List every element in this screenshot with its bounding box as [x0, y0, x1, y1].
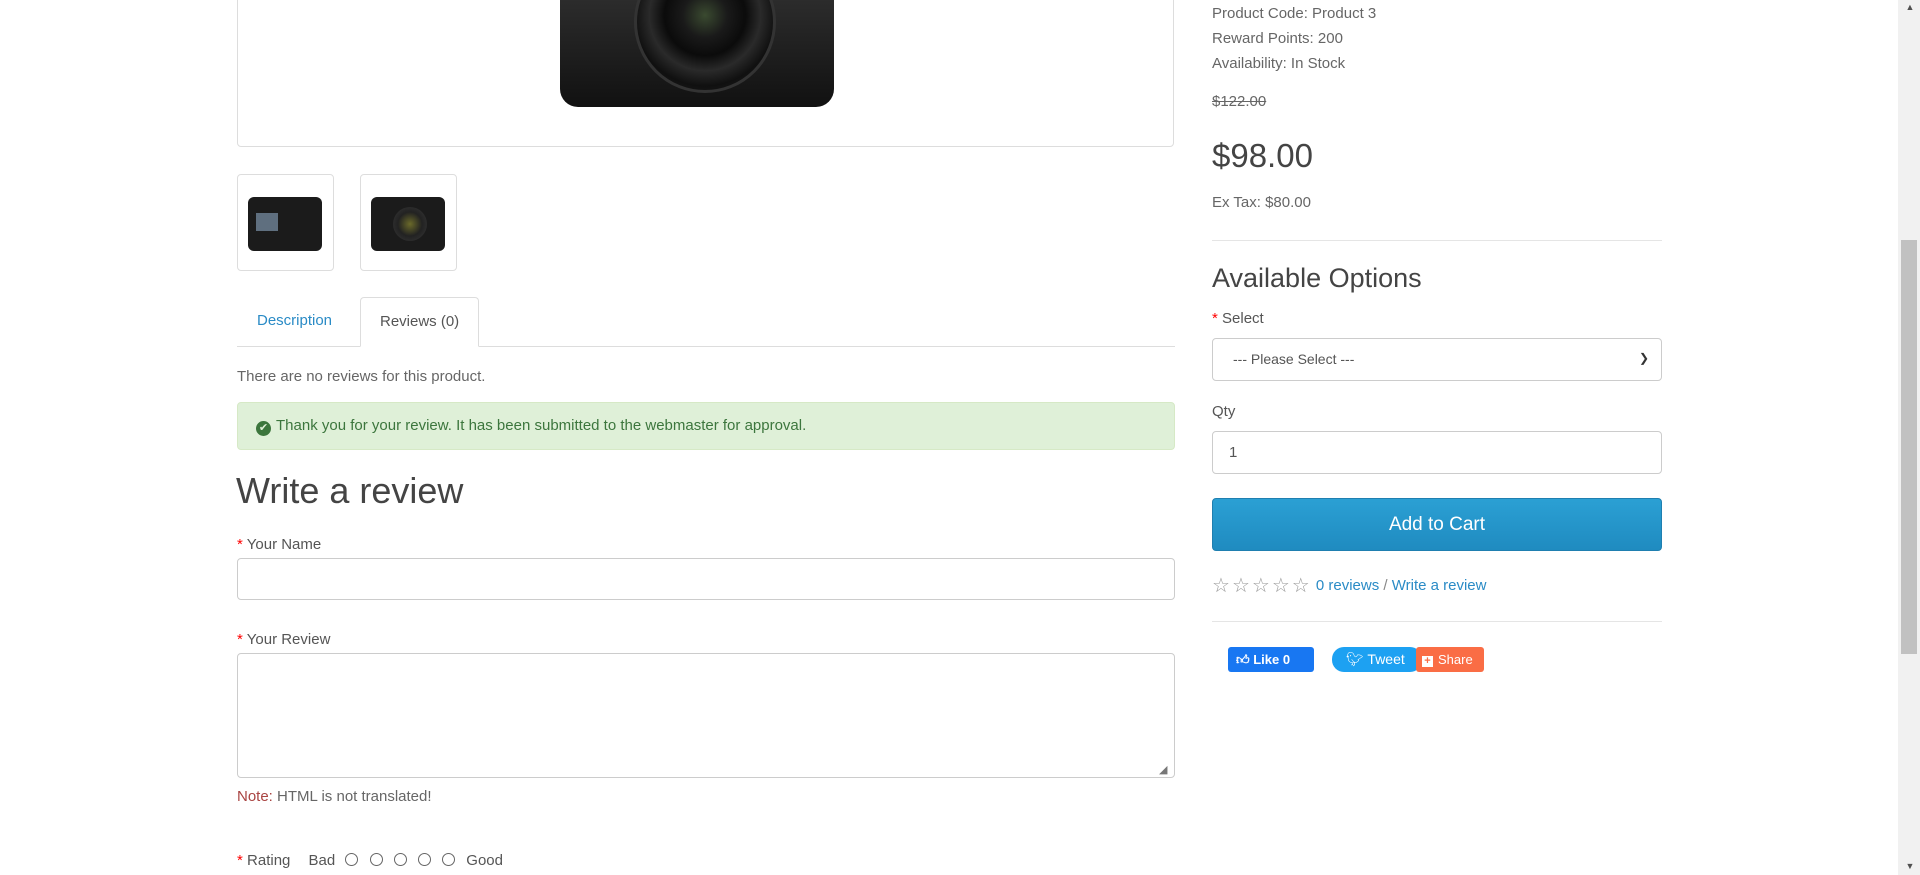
reward-points: Reward Points: 200 — [1212, 30, 1343, 47]
star-empty-icon: ☆ — [1291, 575, 1310, 597]
separator: / — [1383, 577, 1388, 594]
star-empty-icon: ☆ — [1251, 575, 1270, 597]
divider — [1212, 240, 1662, 241]
required-mark: * — [237, 852, 243, 869]
rating-radio-4[interactable] — [417, 853, 431, 866]
camera-back-image — [248, 197, 322, 251]
product-thumbnail-back[interactable] — [237, 174, 334, 271]
rating-radio-3[interactable] — [393, 853, 407, 866]
review-label-text: Your Review — [246, 631, 331, 648]
availability: Availability: In Stock — [1212, 55, 1346, 72]
camera-front-image — [371, 197, 445, 251]
share-label: Share — [1438, 652, 1473, 667]
required-mark: * — [237, 536, 243, 553]
name-label-text: Your Name — [246, 536, 322, 553]
chevron-down-icon: ❯ — [1638, 351, 1649, 365]
product-main-image[interactable] — [237, 0, 1174, 147]
tab-reviews[interactable]: Reviews (0) — [360, 297, 480, 347]
qty-input[interactable] — [1212, 431, 1662, 474]
rating-radio-5[interactable] — [442, 853, 456, 866]
share-button[interactable]: + Share — [1416, 647, 1484, 672]
like-label: Like 0 — [1253, 652, 1291, 667]
tweet-label: Tweet — [1367, 651, 1405, 667]
scroll-down-arrow-icon[interactable]: ▼ — [1904, 861, 1916, 871]
scroll-up-arrow-icon[interactable]: ▲ — [1904, 2, 1916, 12]
rating-good-label: Good — [466, 852, 503, 869]
star-empty-icon: ☆ — [1271, 575, 1290, 597]
tweet-button[interactable]: 🐦︎ Tweet — [1332, 647, 1422, 672]
write-review-heading: Write a review — [236, 470, 464, 511]
add-to-cart-button[interactable]: Add to Cart — [1212, 498, 1662, 551]
review-label: * Your Review — [237, 631, 330, 648]
old-price: $122.00 — [1212, 93, 1267, 110]
required-mark: * — [1212, 310, 1218, 327]
plus-icon: + — [1422, 656, 1433, 667]
facebook-like-button[interactable]: 👍︎ Like 0 — [1228, 647, 1314, 672]
review-textarea[interactable] — [237, 653, 1175, 778]
check-circle-icon: ✔ — [256, 421, 271, 436]
rating-summary: ☆ ☆ ☆ ☆ ☆ 0 reviews / Write a review — [1212, 573, 1486, 598]
option-select[interactable]: --- Please Select --- ❯ — [1212, 338, 1662, 381]
required-mark: * — [237, 631, 243, 648]
note-text: HTML is not translated! — [277, 788, 432, 805]
rating-label: Rating — [247, 852, 291, 869]
rating-radio-2[interactable] — [369, 853, 383, 866]
resize-handle-icon[interactable]: ◢ — [1159, 763, 1171, 776]
scrollbar-thumb[interactable] — [1901, 240, 1917, 654]
note-label: Note: — [237, 788, 273, 805]
twitter-bird-icon: 🐦︎ — [1346, 651, 1364, 667]
tab-description[interactable]: Description — [238, 297, 351, 347]
qty-label: Qty — [1212, 403, 1236, 420]
html-note: Note: HTML is not translated! — [237, 788, 432, 805]
no-reviews-text: There are no reviews for this product. — [237, 368, 486, 385]
write-review-link[interactable]: Write a review — [1392, 577, 1487, 594]
select-label-text: Select — [1222, 310, 1264, 327]
name-label: * Your Name — [237, 536, 321, 553]
name-input[interactable] — [237, 558, 1175, 600]
available-options-heading: Available Options — [1212, 263, 1422, 293]
ex-tax-price: Ex Tax: $80.00 — [1212, 194, 1311, 211]
rating-bad-label: Bad — [308, 852, 336, 869]
success-alert: ✔ Thank you for your review. It has been … — [237, 402, 1175, 450]
alert-text: Thank you for your review. It has been s… — [276, 417, 807, 434]
star-empty-icon: ☆ — [1212, 575, 1230, 597]
price: $98.00 — [1212, 137, 1313, 174]
select-label: * Select — [1212, 310, 1264, 327]
star-empty-icon: ☆ — [1231, 575, 1250, 597]
thumbs-up-icon: 👍︎ — [1236, 652, 1250, 667]
reviews-count-link[interactable]: 0 reviews — [1316, 577, 1379, 594]
product-code: Product Code: Product 3 — [1212, 5, 1377, 22]
product-thumbnail-front[interactable] — [360, 174, 457, 271]
divider — [1212, 621, 1662, 622]
rating-row: * Rating Bad Good — [237, 852, 503, 869]
option-select-value: --- Please Select --- — [1233, 351, 1355, 367]
rating-radio-1[interactable] — [345, 853, 359, 866]
